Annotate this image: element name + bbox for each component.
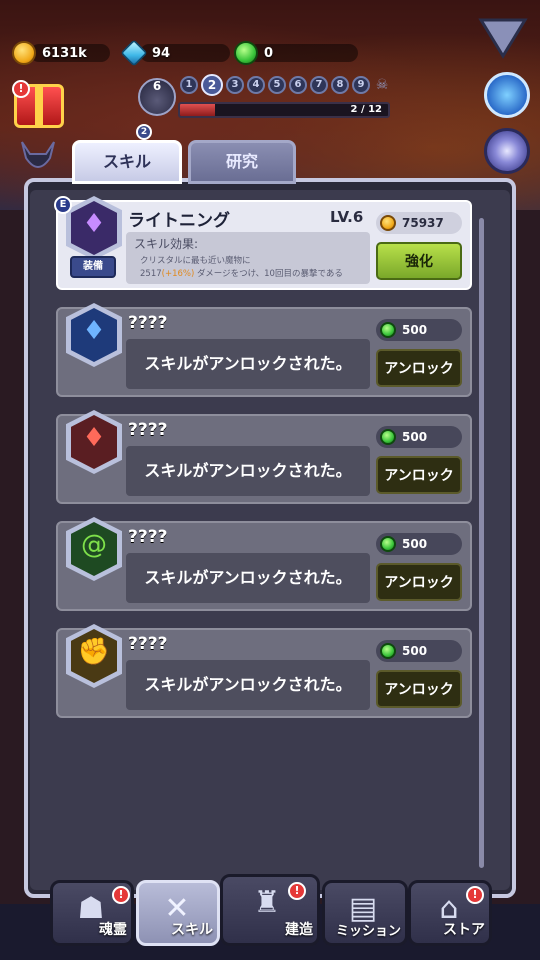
skill-gem-frame: @ (66, 517, 122, 581)
skill-card-locked: ✊ ???? 500 スキルがアンロックされた。 アンロック (56, 624, 472, 718)
fire-crystal-icon: ♦ (82, 423, 106, 453)
wave-dot: 8 (331, 76, 349, 94)
collapse-menu-icon[interactable] (478, 16, 528, 60)
wind-swirl-icon: @ (81, 530, 107, 560)
skill-gem-frame: ♦ (66, 410, 122, 474)
locked-message: スキルがアンロックされた。 (126, 553, 370, 603)
wave-dot: 9 (352, 76, 370, 94)
nav-build[interactable]: ♜ 建造 (220, 874, 320, 946)
unlock-cost-value: 500 (402, 537, 428, 551)
wave-dot: 4 (247, 76, 265, 94)
castle-tower-icon: ♜ (253, 885, 281, 920)
nav-label: 魂霊 (99, 922, 127, 938)
skill-card-lightning: E ♦ ライトニング LV.6 75937 スキル効果: クリスタルに最も近い魔… (54, 196, 472, 290)
upgrade-cost-value: 75937 (402, 216, 444, 230)
lightning-crystal-icon: ♦ (82, 209, 106, 239)
unlock-button[interactable]: アンロック (376, 670, 462, 708)
skill-name: ???? (128, 527, 168, 547)
strength-arm-icon: ✊ (77, 637, 111, 667)
locked-message: スキルがアンロックされた。 (126, 660, 370, 710)
unlock-cost: 500 (376, 319, 462, 341)
effect-line-2: 2517(+16%) ダメージをつけ、10回目の暴撃である (140, 267, 343, 279)
tab-skill[interactable]: スキル (72, 140, 182, 184)
scrollbar[interactable] (479, 218, 484, 868)
gift-alert-badge: ! (12, 80, 30, 98)
skill-level: LV.6 (330, 208, 364, 226)
gold-coin-icon (12, 41, 36, 65)
nav-build-alert: ! (288, 882, 306, 900)
effect-description: ダメージをつけ、10回目の暴撃である (197, 269, 343, 279)
wave-progress-fill (180, 104, 215, 116)
tab-research[interactable]: 研究 (188, 140, 296, 184)
water-crystal-icon: ♦ (82, 316, 106, 346)
nav-label: スキル (171, 922, 213, 938)
skill-card-locked: ♦ ???? 500 スキルがアンロックされた。 アンロック (56, 303, 472, 397)
unlock-button[interactable]: アンロック (376, 456, 462, 494)
unlock-cost-value: 500 (402, 644, 428, 658)
gem-counter[interactable]: 94 (120, 39, 171, 67)
skill-name: ???? (128, 420, 168, 440)
nav-mission[interactable]: ▤ ミッション (322, 880, 408, 946)
unlock-button[interactable]: アンロック (376, 349, 462, 387)
wave-progress-text: 2 / 12 (350, 104, 383, 115)
green-orb-value: 0 (264, 45, 274, 61)
demon-helmet-icon[interactable] (18, 136, 58, 176)
equip-button[interactable]: 装備 (70, 256, 116, 278)
skill-gem-frame: ♦ (66, 303, 122, 367)
skill-card-locked: @ ???? 500 スキルがアンロックされた。 アンロック (56, 517, 472, 611)
wave-dot: 3 (226, 76, 244, 94)
skill-name: ???? (128, 313, 168, 333)
gold-coin-icon (380, 215, 396, 231)
effect-title: スキル効果: (134, 237, 199, 251)
gold-value: 6131k (42, 45, 87, 61)
home-icon[interactable] (484, 72, 530, 118)
effect-damage-bonus: (+16%) (161, 269, 195, 279)
unlock-cost: 500 (376, 533, 462, 555)
nav-label: 建造 (285, 922, 313, 938)
skill-effect-box: スキル効果: クリスタルに最も近い魔物に 2517(+16%) ダメージをつけ、… (126, 232, 370, 284)
boss-skull-icon: ☠ (375, 77, 389, 93)
wave-dot: 1 (180, 76, 198, 94)
wave-indicator: 1 2 3 4 5 6 7 8 9 ☠ (180, 74, 391, 96)
wave-dot-current: 2 (201, 74, 223, 96)
green-orb-icon (234, 41, 258, 65)
gold-counter: 6131k (12, 40, 87, 66)
upgrade-button[interactable]: 強化 (376, 242, 462, 280)
stage-badge: 2 (136, 124, 152, 140)
green-orb-icon (380, 536, 396, 552)
equipped-badge: E (54, 196, 72, 214)
wave-dot: 6 (289, 76, 307, 94)
wave-dot: 5 (268, 76, 286, 94)
skill-gem-frame: ♦ (66, 196, 122, 260)
disc-icon[interactable] (484, 128, 530, 174)
skill-card-locked: ♦ ???? 500 スキルがアンロックされた。 アンロック (56, 410, 472, 504)
green-orb-counter: 0 (234, 40, 273, 66)
nav-skill[interactable]: ✕ スキル (136, 880, 220, 946)
locked-message: スキルがアンロックされた。 (126, 339, 370, 389)
gem-icon (120, 39, 148, 67)
effect-line-1: クリスタルに最も近い魔物に (140, 256, 251, 266)
skill-name: ???? (128, 634, 168, 654)
stage-number: 6 (152, 79, 162, 93)
wave-progress-bar: 2 / 12 (178, 102, 390, 118)
nav-store-alert: ! (466, 886, 484, 904)
unlock-cost-value: 500 (402, 430, 428, 444)
unlock-cost: 500 (376, 426, 462, 448)
unlock-cost: 500 (376, 640, 462, 662)
wave-dot: 7 (310, 76, 328, 94)
unlock-button[interactable]: アンロック (376, 563, 462, 601)
effect-damage-value: 2517 (140, 269, 162, 279)
green-orb-icon (380, 429, 396, 445)
nav-label: ストア (443, 922, 485, 938)
nav-soul-alert: ! (112, 886, 130, 904)
upgrade-cost: 75937 (376, 212, 462, 234)
locked-message: スキルがアンロックされた。 (126, 446, 370, 496)
nav-label: ミッション (335, 924, 401, 939)
skill-name: ライトニング (128, 211, 230, 231)
green-orb-icon (380, 322, 396, 338)
gem-value: 94 (152, 45, 171, 61)
unlock-cost-value: 500 (402, 323, 428, 337)
skill-gem-frame: ✊ (66, 624, 122, 688)
green-orb-icon (380, 643, 396, 659)
